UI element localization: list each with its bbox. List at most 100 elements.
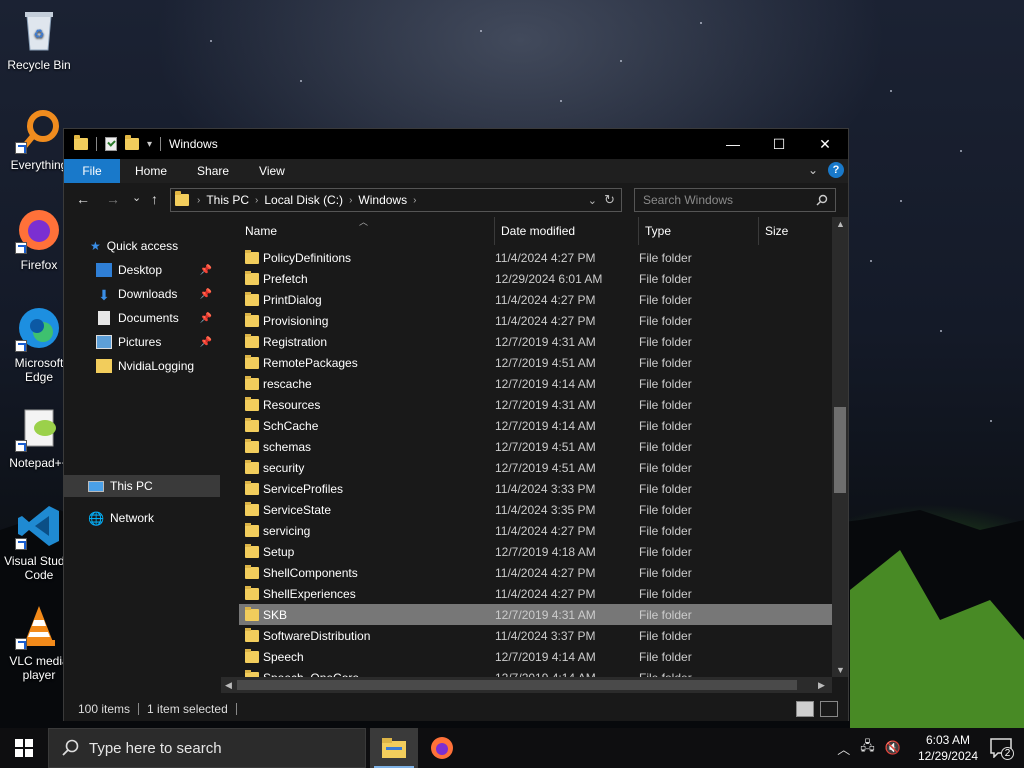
desktop-icon-recycle-bin[interactable]: ♻ Recycle Bin (0, 6, 78, 72)
file-row[interactable]: Registration 12/7/2019 4:31 AM File folder (239, 331, 832, 352)
volume-muted-icon[interactable]: 🔇 (880, 740, 906, 756)
file-row[interactable]: SoftwareDistribution 11/4/2024 3:37 PM Fil… (239, 625, 832, 646)
file-row[interactable]: schemas 12/7/2019 4:51 AM File folder (239, 436, 832, 457)
file-name-cell: Provisioning (239, 312, 495, 328)
file-row[interactable]: ShellExperiences 11/4/2024 4:27 PM File fo… (239, 583, 832, 604)
file-row[interactable]: Setup 12/7/2019 4:18 AM File folder (239, 541, 832, 562)
vscode-icon (15, 502, 63, 550)
clock[interactable]: 6:03 AM 12/29/2024 (906, 732, 990, 764)
file-row[interactable]: Speech 12/7/2019 4:14 AM File folder (239, 646, 832, 667)
recent-locations-button[interactable]: ⌄ (132, 191, 141, 204)
file-row[interactable]: Prefetch 12/29/2024 6:01 AM File folder (239, 268, 832, 289)
nav-downloads[interactable]: ⬇ Downloads 📌 (64, 283, 220, 305)
file-row[interactable]: PolicyDefinitions 11/4/2024 4:27 PM File f… (239, 247, 832, 268)
pin-icon[interactable]: 📌 (200, 265, 212, 276)
large-icons-view-button[interactable] (820, 701, 838, 717)
nav-pictures[interactable]: Pictures 📌 (64, 331, 220, 353)
minimize-button[interactable]: — (710, 129, 756, 159)
search-input[interactable] (634, 188, 836, 212)
scroll-down-arrow-icon[interactable]: ▼ (836, 665, 845, 675)
breadcrumb-separator[interactable]: › (253, 195, 260, 206)
notification-center-button[interactable]: 2 (990, 738, 1014, 760)
column-header-date[interactable]: Date modified (495, 217, 639, 245)
address-bar[interactable]: › This PC › Local Disk (C:) › Windows › … (170, 188, 622, 212)
file-row[interactable]: ServiceProfiles 11/4/2024 3:33 PM File fol… (239, 478, 832, 499)
new-folder-icon[interactable] (125, 135, 139, 150)
taskbar-firefox[interactable] (418, 728, 466, 768)
folder-icon (245, 417, 259, 432)
tab-share[interactable]: Share (182, 159, 244, 183)
vertical-scrollbar[interactable]: ▲ ▼ (832, 217, 848, 677)
scroll-right-arrow-icon[interactable]: ▶ (818, 680, 825, 691)
nav-desktop[interactable]: Desktop 📌 (64, 259, 220, 281)
file-row[interactable]: servicing 11/4/2024 4:27 PM File folder (239, 520, 832, 541)
file-row[interactable]: RemotePackages 12/7/2019 4:51 AM File fold… (239, 352, 832, 373)
nav-quick-access[interactable]: ★ Quick access (64, 235, 220, 257)
properties-icon[interactable] (105, 137, 117, 151)
tab-home[interactable]: Home (120, 159, 182, 183)
file-list: ︿ Name Date modified Type Size PolicyDef… (221, 217, 848, 693)
column-header-size[interactable]: Size (759, 217, 832, 245)
network-icon[interactable]: 🖧 (855, 737, 880, 759)
show-hidden-icons-chevron-icon[interactable]: ︿ (832, 739, 855, 758)
taskbar-file-explorer[interactable] (370, 728, 418, 768)
column-header-label: Name (245, 224, 278, 238)
file-name: rescache (263, 376, 312, 391)
forward-button[interactable]: → (106, 191, 120, 207)
column-header-name[interactable]: ︿ Name (239, 217, 495, 245)
nav-network[interactable]: 🌐 Network (64, 507, 220, 529)
nav-item-label: Network (110, 511, 155, 525)
back-button[interactable]: ← (76, 191, 90, 207)
file-name: security (263, 460, 305, 475)
details-view-button[interactable] (796, 701, 814, 717)
column-header-type[interactable]: Type (639, 217, 759, 245)
expand-ribbon-chevron-icon[interactable]: ⌄ (808, 163, 818, 177)
breadcrumb-separator[interactable]: › (347, 195, 354, 206)
help-icon[interactable]: ? (828, 162, 844, 178)
file-row[interactable]: SchCache 12/7/2019 4:14 AM File folder (239, 415, 832, 436)
file-row[interactable]: ShellComponents 11/4/2024 4:27 PM File fol… (239, 562, 832, 583)
breadcrumb-local-disk[interactable]: Local Disk (C:) (260, 193, 347, 207)
taskbar-search-box[interactable]: Type here to search (48, 728, 366, 768)
start-button[interactable] (0, 728, 48, 768)
title-bar[interactable]: ▾ Windows — ☐ ✕ (64, 129, 848, 159)
horizontal-scroll-thumb[interactable] (237, 680, 797, 690)
nav-this-pc[interactable]: This PC (64, 475, 220, 497)
file-row[interactable]: SKB 12/7/2019 4:31 AM File folder (239, 604, 832, 625)
maximize-button[interactable]: ☐ (756, 129, 802, 159)
folder-icon (245, 501, 259, 516)
pin-icon[interactable]: 📌 (200, 289, 212, 300)
breadcrumb-windows[interactable]: Windows (354, 193, 411, 207)
file-row[interactable]: rescache 12/7/2019 4:14 AM File folder (239, 373, 832, 394)
nav-documents[interactable]: Documents 📌 (64, 307, 220, 329)
quick-access-toolbar-dropdown-icon[interactable]: ▾ (147, 139, 152, 150)
up-button[interactable]: ↑ (151, 191, 158, 207)
file-row[interactable]: ServiceState 11/4/2024 3:35 PM File folder (239, 499, 832, 520)
nav-nvidialogging[interactable]: NvidiaLogging (64, 355, 220, 377)
file-type: File folder (639, 565, 692, 580)
selection-count: 1 item selected (147, 702, 228, 716)
tab-file[interactable]: File (64, 159, 120, 183)
pin-icon[interactable]: 📌 (200, 337, 212, 348)
pin-icon[interactable]: 📌 (200, 313, 212, 324)
nav-item-label: NvidiaLogging (118, 359, 195, 373)
file-row[interactable]: security 12/7/2019 4:51 AM File folder (239, 457, 832, 478)
horizontal-scrollbar[interactable]: ◀ ▶ (221, 677, 832, 693)
address-history-dropdown-icon[interactable]: ⌄ (588, 194, 597, 207)
scroll-left-arrow-icon[interactable]: ◀ (225, 680, 232, 691)
file-row[interactable]: Provisioning 11/4/2024 4:27 PM File folder (239, 310, 832, 331)
breadcrumb-this-pc[interactable]: This PC (202, 193, 253, 207)
refresh-icon[interactable]: ↻ (604, 192, 615, 208)
file-type: File folder (639, 418, 692, 433)
star-icon: ★ (90, 239, 101, 253)
scroll-up-arrow-icon[interactable]: ▲ (836, 219, 845, 229)
vertical-scroll-thumb[interactable] (834, 407, 846, 493)
nav-item-label: Quick access (106, 239, 179, 253)
close-button[interactable]: ✕ (802, 129, 848, 159)
breadcrumb-separator[interactable]: › (411, 195, 418, 206)
file-date: 12/7/2019 4:51 AM (495, 355, 596, 370)
tab-view[interactable]: View (244, 159, 300, 183)
file-row[interactable]: Resources 12/7/2019 4:31 AM File folder (239, 394, 832, 415)
file-row[interactable]: PrintDialog 11/4/2024 4:27 PM File folder (239, 289, 832, 310)
file-date: 12/29/2024 6:01 AM (495, 271, 603, 286)
